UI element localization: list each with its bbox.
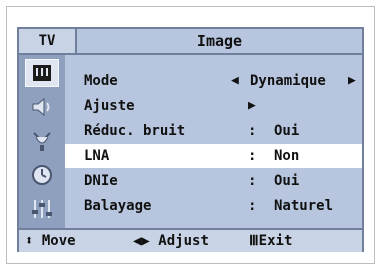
sound-icon[interactable] — [25, 93, 59, 121]
clock-icon[interactable] — [25, 161, 59, 189]
picture-icon[interactable] — [25, 59, 59, 87]
balayage-label: Balayage — [84, 198, 152, 214]
lna-colon: : — [248, 148, 257, 164]
adjust-leftright-icon: ◀▶ — [133, 233, 150, 249]
menu-row-noise-reduction[interactable]: Réduc. bruit : Oui — [65, 119, 362, 143]
exit-label: Exit — [258, 233, 293, 249]
tv-osd-screen: TV Image Mode ◀ Dynamique ▶ Ajuste ▶ Réd… — [6, 6, 375, 264]
channel-antenna-icon[interactable] — [25, 127, 59, 155]
lna-value: Non — [274, 148, 300, 164]
ajuste-label: Ajuste — [84, 98, 135, 114]
menu-row-balayage[interactable]: Balayage : Naturel — [65, 194, 362, 218]
menu-title: Image — [196, 32, 243, 50]
lna-label: LNA — [84, 148, 110, 164]
menu-row-dnie[interactable]: DNIe : Oui — [65, 169, 362, 193]
mode-left-arrow-icon[interactable]: ◀ — [231, 73, 239, 88]
noise-reduction-colon: : — [248, 123, 257, 139]
sidebar — [19, 55, 65, 228]
balayage-value: Naturel — [274, 198, 334, 214]
osd-menu-frame: TV Image Mode ◀ Dynamique ▶ Ajuste ▶ Réd… — [17, 27, 364, 252]
noise-reduction-label: Réduc. bruit — [84, 123, 186, 139]
exit-hint: ⅢExit — [249, 233, 292, 249]
menu-list: Mode ◀ Dynamique ▶ Ajuste ▶ Réduc. bruit… — [65, 55, 362, 228]
noise-reduction-value: Oui — [274, 123, 300, 139]
dnie-value: Oui — [274, 173, 300, 189]
exit-menu-icon: Ⅲ — [249, 233, 259, 249]
move-label: Move — [41, 233, 76, 249]
menu-footer: ⬍ Move ◀▶ Adjust ⅢExit — [19, 228, 362, 252]
setup-sliders-icon[interactable] — [25, 195, 59, 223]
mode-value: Dynamique — [250, 73, 326, 89]
move-updown-icon: ⬍ — [25, 233, 34, 249]
move-hint: ⬍ Move — [25, 233, 76, 249]
dnie-colon: : — [248, 173, 257, 189]
menu-row-lna[interactable]: LNA : Non — [65, 144, 362, 168]
dnie-label: DNIe — [84, 173, 118, 189]
adjust-label: Adjust — [158, 233, 209, 249]
balayage-colon: : — [248, 198, 257, 214]
menu-row-ajuste[interactable]: Ajuste ▶ — [65, 94, 362, 118]
menu-header: TV Image — [19, 29, 362, 55]
tv-tab[interactable]: TV — [19, 29, 77, 53]
mode-label: Mode — [84, 73, 118, 89]
ajuste-submenu-arrow-icon[interactable]: ▶ — [248, 98, 256, 113]
adjust-hint: ◀▶ Adjust — [133, 233, 209, 249]
menu-row-mode[interactable]: Mode ◀ Dynamique ▶ — [65, 69, 362, 93]
mode-right-arrow-icon[interactable]: ▶ — [348, 73, 356, 88]
